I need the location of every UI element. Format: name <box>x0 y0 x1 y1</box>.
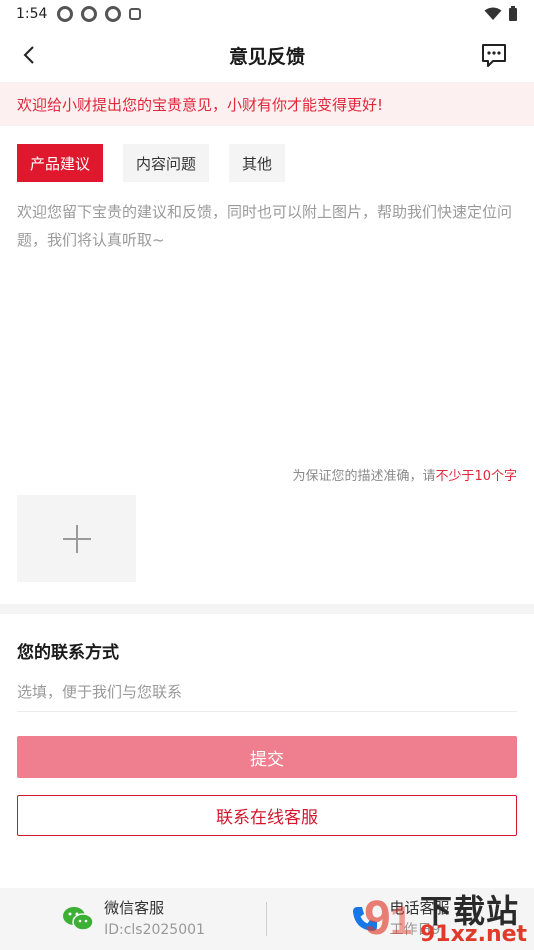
feedback-textarea[interactable]: 欢迎您留下宝贵的建议和反馈，同时也可以附上图片，帮助我们快速定位问题，我们将认真… <box>17 198 517 448</box>
category-tabs: 产品建议 内容问题 其他 <box>17 144 286 182</box>
watermark-logo-icon: 9 1 <box>364 892 412 945</box>
notification-icon <box>105 6 122 22</box>
status-bar: 1:54 <box>0 0 534 28</box>
hint-prefix: 为保证您的描述准确，请 <box>292 469 436 484</box>
notification-icon <box>57 6 74 22</box>
tab-content-issue[interactable]: 内容问题 <box>123 144 210 182</box>
wechat-service[interactable]: 微信客服 ID:cls2025001 <box>0 888 267 950</box>
chat-bubble-icon <box>482 44 506 67</box>
wechat-service-label: 微信客服 <box>104 899 165 917</box>
tab-product-suggestion[interactable]: 产品建议 <box>17 144 104 182</box>
chevron-left-icon <box>23 46 34 64</box>
hint-emphasis: 不少于10个字 <box>435 469 517 484</box>
battery-icon <box>509 6 517 21</box>
contact-input[interactable] <box>17 672 517 712</box>
wechat-icon <box>63 907 94 931</box>
notice-banner: 欢迎给小财提出您的宝贵意见，小财有你才能变得更好! <box>0 82 534 126</box>
tab-other[interactable]: 其他 <box>229 144 286 182</box>
status-notification-icons <box>57 6 142 22</box>
svg-text:9: 9 <box>364 892 391 945</box>
section-divider <box>0 604 534 614</box>
nav-bar: 意见反馈 <box>0 28 534 82</box>
text-a-icon <box>129 8 142 20</box>
site-watermark: 9 1 下载站 91xz.net <box>362 884 532 948</box>
online-service-button[interactable]: 联系在线客服 <box>17 795 517 836</box>
watermark-url: 91xz.net <box>420 922 528 947</box>
submit-button[interactable]: 提交 <box>17 736 517 778</box>
length-hint: 为保证您的描述准确，请不少于10个字 <box>292 465 517 484</box>
page-title: 意见反馈 <box>228 45 305 68</box>
wifi-icon <box>484 7 502 20</box>
contact-title: 您的联系方式 <box>17 643 119 663</box>
wechat-service-id: ID:cls2025001 <box>104 922 205 938</box>
message-button[interactable] <box>480 42 508 68</box>
back-button[interactable] <box>14 40 44 70</box>
svg-text:1: 1 <box>390 899 412 943</box>
status-time: 1:54 <box>16 6 48 22</box>
status-system-icons <box>484 6 518 22</box>
add-image-button[interactable] <box>17 495 136 582</box>
notification-icon <box>81 6 98 22</box>
plus-icon <box>62 524 91 553</box>
